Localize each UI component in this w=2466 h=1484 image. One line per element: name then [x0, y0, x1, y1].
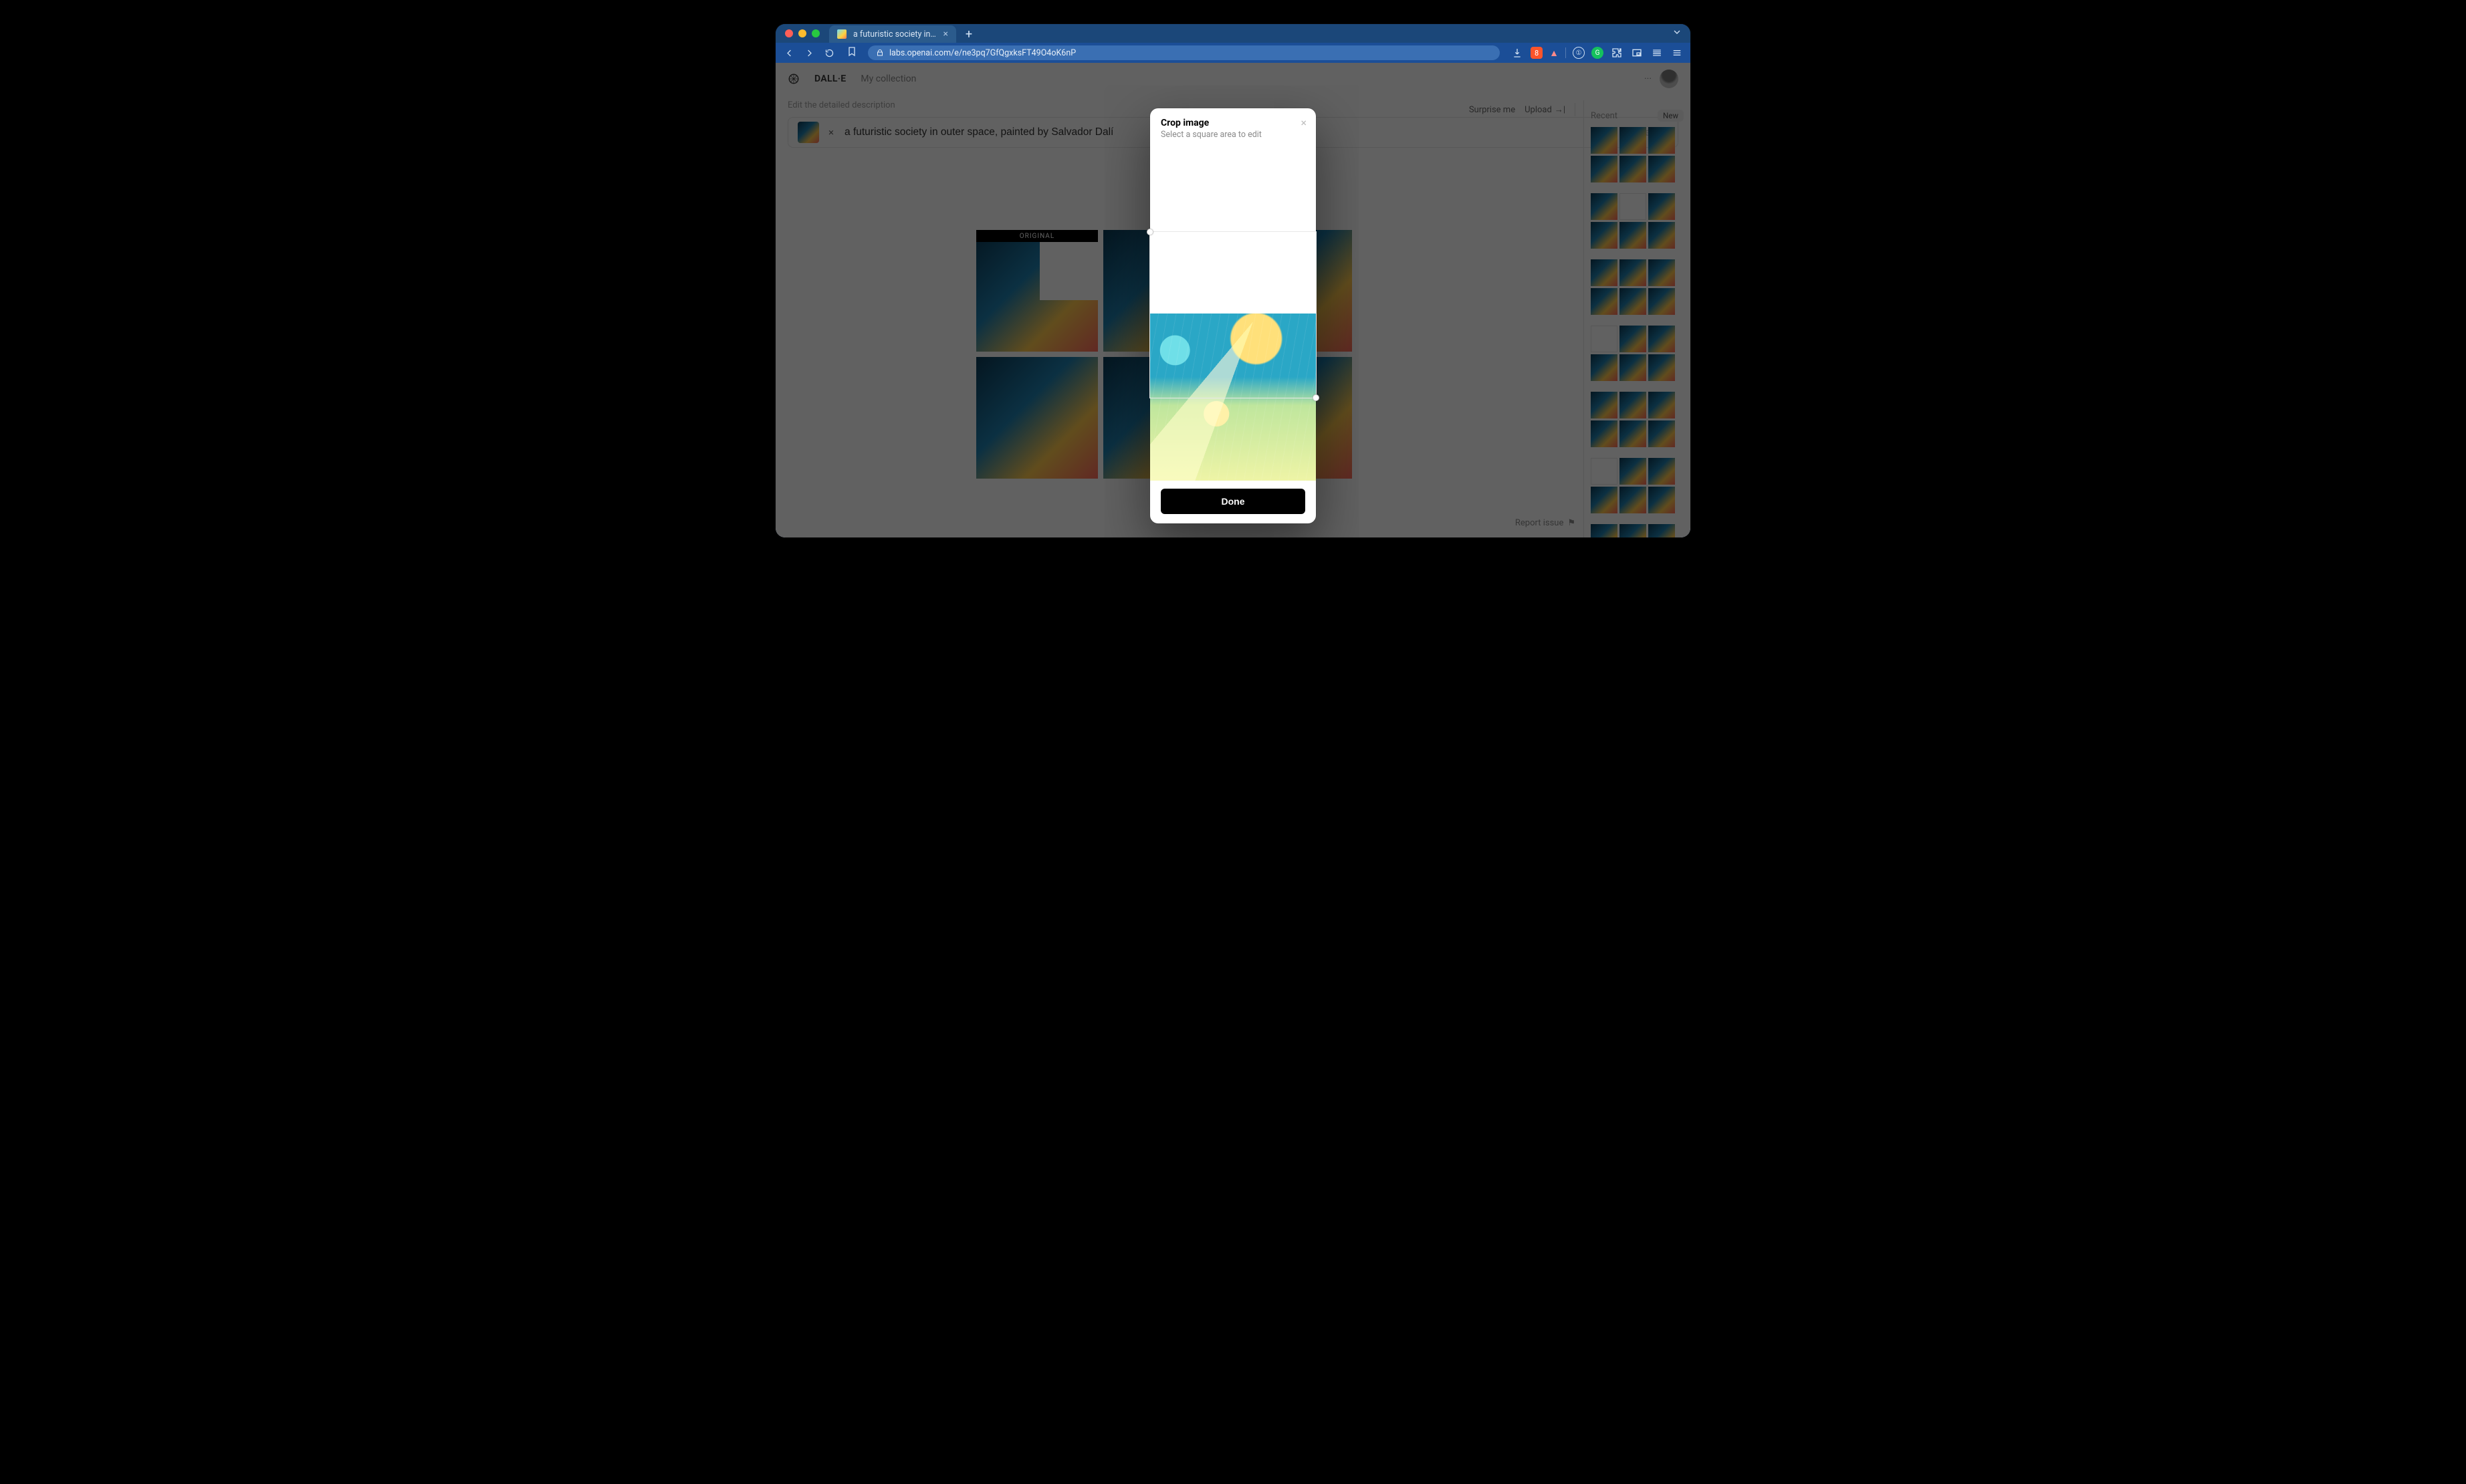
- toolbar-separator: [1565, 47, 1566, 58]
- page-viewport: DALL·E My collection ··· Edit the detail…: [776, 63, 1690, 537]
- browser-toolbar: labs.openai.com/e/ne3pq7GfQgxksFT49O4oK6…: [776, 43, 1690, 63]
- tab-title: a futuristic society in outer spa…: [853, 29, 937, 39]
- crop-modal: × Crop image Select a square area to edi…: [1150, 108, 1316, 523]
- hamburger-icon: [1672, 47, 1682, 58]
- tab-overflow-button[interactable]: [1672, 27, 1685, 40]
- crop-handle-br[interactable]: [1313, 394, 1319, 401]
- extension-onepassword-icon[interactable]: ①: [1573, 47, 1585, 59]
- bookmark-icon: [847, 46, 857, 57]
- pip-button[interactable]: [1630, 46, 1644, 59]
- brave-shield-icon[interactable]: 8: [1531, 47, 1543, 59]
- modal-close-button[interactable]: ×: [1301, 118, 1307, 128]
- puzzle-icon: [1611, 47, 1622, 58]
- download-icon: [1512, 47, 1523, 58]
- tab-close-icon[interactable]: ×: [943, 29, 948, 39]
- bookmark-button[interactable]: [847, 46, 857, 59]
- tab-favicon: [837, 29, 847, 39]
- chevron-left-icon: [784, 48, 794, 58]
- modal-subtitle: Select a square area to edit: [1161, 130, 1305, 140]
- crop-canvas[interactable]: [1150, 146, 1316, 481]
- forward-button[interactable]: [802, 46, 816, 59]
- chevron-right-icon: [804, 48, 814, 58]
- browser-tabstrip: a futuristic society in outer spa… × +: [776, 24, 1690, 43]
- browser-tab-active[interactable]: a futuristic society in outer spa… ×: [829, 25, 956, 43]
- crop-handle-tl[interactable]: [1147, 229, 1153, 235]
- done-button[interactable]: Done: [1161, 489, 1305, 514]
- window-traffic-lights[interactable]: [785, 29, 820, 37]
- url-text: labs.openai.com/e/ne3pq7GfQgxksFT49O4oK6…: [889, 48, 1076, 58]
- lock-icon: [876, 49, 884, 57]
- extension-grammarly-icon[interactable]: G: [1591, 47, 1603, 59]
- browser-menu-button[interactable]: [1670, 46, 1684, 59]
- extensions-button[interactable]: [1610, 46, 1623, 59]
- back-button[interactable]: [782, 46, 796, 59]
- url-bar[interactable]: labs.openai.com/e/ne3pq7GfQgxksFT49O4oK6…: [868, 45, 1500, 60]
- modal-title: Crop image: [1161, 118, 1305, 128]
- stripes-icon: [1652, 47, 1662, 58]
- chevron-down-icon: [1672, 27, 1682, 37]
- crop-selection[interactable]: [1150, 232, 1316, 398]
- pip-icon: [1632, 47, 1642, 58]
- new-tab-button[interactable]: +: [960, 25, 978, 43]
- reload-icon: [824, 48, 834, 58]
- reload-button[interactable]: [822, 46, 836, 59]
- warning-triangle-icon[interactable]: ▲: [1549, 47, 1559, 59]
- app-logo-icon[interactable]: [1650, 46, 1664, 59]
- download-button[interactable]: [1510, 46, 1524, 59]
